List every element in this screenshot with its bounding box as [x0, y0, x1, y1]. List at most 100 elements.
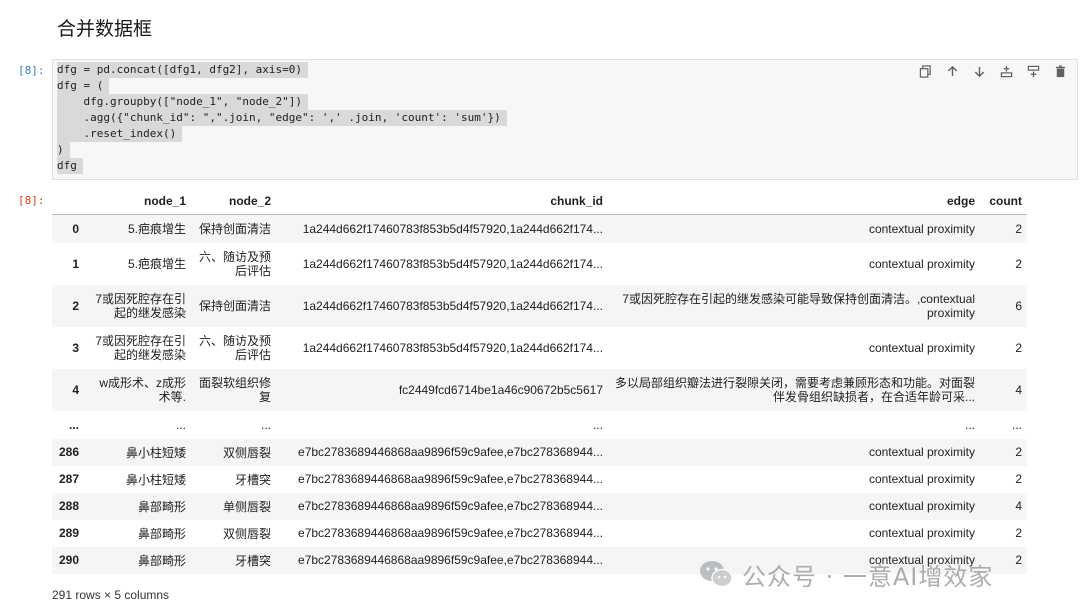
column-header-node-2: node_2 [191, 188, 276, 215]
table-row: ... ... ... ... ... ... [52, 410, 1027, 439]
cell-node-1: 鼻小柱短矮 [125, 445, 186, 460]
cell-edge: contextual proximity [868, 340, 975, 355]
table-row: 289 鼻部畸形 双侧唇裂 e7bc2783689446868aa9896f59… [52, 519, 1027, 547]
row-index: 286 [58, 445, 79, 459]
insert-above-icon[interactable] [997, 62, 1015, 80]
cell-edge: contextual proximity [868, 221, 975, 236]
cell-node-1: 7或因死腔存在引起的继发感染 [95, 291, 186, 320]
cell-count: 4 [1015, 382, 1022, 397]
wechat-icon [700, 561, 733, 588]
section-heading: 合并数据框 [57, 18, 153, 40]
cell-node-2: 牙槽突 [234, 472, 271, 487]
output-prompt: [8]: [18, 194, 45, 207]
cell-edge: 多以局部组织瓣法进行裂隙关闭，需要考虑兼顾形态和功能。对面裂伴发骨组织缺损者，在… [614, 375, 975, 404]
table-row: 0 5.疤痕增生 保持创面清洁 1a244d662f17460783f853b5… [52, 214, 1027, 243]
column-header-index [52, 188, 84, 215]
cell-chunk-id: e7bc2783689446868aa9896f59c9afee,e7bc278… [298, 526, 603, 540]
cell-chunk-id: e7bc2783689446868aa9896f59c9afee,e7bc278… [298, 472, 603, 486]
column-header-edge: edge [608, 188, 980, 215]
move-up-icon[interactable] [943, 62, 961, 80]
cell-count: 2 [1015, 256, 1022, 271]
row-index: 0 [72, 221, 79, 236]
cell-chunk-id: e7bc2783689446868aa9896f59c9afee,e7bc278… [298, 553, 603, 567]
cell-node-1: 鼻部畸形 [137, 499, 186, 514]
cell-node-1: 7或因死腔存在引起的继发感染 [95, 333, 186, 362]
dataframe-table: node_1 node_2 chunk_id edge count 0 5.疤痕… [52, 188, 1027, 574]
row-index: 288 [58, 499, 79, 513]
cell-edge: contextual proximity [868, 472, 975, 486]
table-header-row: node_1 node_2 chunk_id edge count [52, 188, 1027, 215]
code-cell[interactable]: dfg = pd.concat([dfg1, dfg2], axis=0) df… [52, 59, 1078, 180]
row-index: 290 [58, 553, 79, 567]
row-index: 4 [72, 382, 79, 397]
row-index: 289 [58, 526, 79, 540]
code-line[interactable]: ) [57, 142, 70, 158]
watermark-text: 公众号 · 一意AI增效家 [742, 562, 994, 591]
cell-chunk-id: 1a244d662f17460783f853b5d4f57920,1a244d6… [302, 221, 603, 236]
row-index: 287 [58, 472, 79, 486]
column-header-chunk-id: chunk_id [276, 188, 608, 215]
cell-chunk-id: ... [592, 417, 603, 432]
table-row: 4 w成形术、z成形术等. 面裂软组织修复 fc2449fcd6714be1a4… [52, 368, 1027, 411]
cell-node-2: 牙槽突 [234, 553, 271, 568]
cell-node-2: 保持创面清洁 [198, 221, 271, 236]
cell-node-2: 双侧唇裂 [222, 526, 271, 541]
cell-node-1: ... [175, 417, 186, 432]
table-row: 286 鼻小柱短矮 双侧唇裂 e7bc2783689446868aa9896f5… [52, 438, 1027, 466]
cell-node-2: 双侧唇裂 [222, 445, 271, 460]
cell-node-1: 鼻部畸形 [137, 526, 186, 541]
cell-node-2: 单侧唇裂 [222, 499, 271, 514]
cell-edge: ... [964, 417, 975, 432]
table-row: 3 7或因死腔存在引起的继发感染 六、随访及预后评估 1a244d662f174… [52, 326, 1027, 369]
cell-edge: contextual proximity [868, 445, 975, 459]
cell-node-1: 鼻小柱短矮 [125, 472, 186, 487]
cell-toolbar [916, 62, 1069, 80]
cell-node-1: 鼻部畸形 [137, 553, 186, 568]
cell-node-2: ... [260, 417, 271, 432]
code-line[interactable]: dfg [57, 158, 83, 174]
cell-edge: 7或因死腔存在引起的继发感染可能导致保持创面清洁。,contextual pro… [622, 291, 975, 320]
code-line[interactable]: dfg.groupby(["node_1", "node_2"]) [57, 94, 309, 110]
table-shape-footer: 291 rows × 5 columns [52, 588, 170, 602]
row-index: 3 [72, 340, 79, 355]
copy-icon[interactable] [916, 62, 934, 80]
cell-count: 2 [1015, 526, 1022, 540]
cell-edge: contextual proximity [868, 526, 975, 540]
cell-count: 4 [1015, 499, 1022, 513]
code-line[interactable]: dfg = ( [57, 78, 110, 94]
cell-chunk-id: 1a244d662f17460783f853b5d4f57920,1a244d6… [302, 340, 603, 355]
cell-node-2: 保持创面清洁 [198, 298, 271, 313]
cell-chunk-id: 1a244d662f17460783f853b5d4f57920,1a244d6… [302, 256, 603, 271]
cell-count: 2 [1015, 221, 1022, 236]
code-line[interactable]: .reset_index() [57, 126, 183, 142]
cell-node-1: 5.疤痕增生 [127, 256, 186, 271]
cell-node-1: w成形术、z成形术等. [99, 375, 186, 404]
cell-edge: contextual proximity [868, 256, 975, 271]
column-header-node-1: node_1 [84, 188, 191, 215]
move-down-icon[interactable] [970, 62, 988, 80]
insert-below-icon[interactable] [1024, 62, 1042, 80]
cell-count: 2 [1015, 340, 1022, 355]
table-row: 2 7或因死腔存在引起的继发感染 保持创面清洁 1a244d662f174607… [52, 284, 1027, 327]
row-index: 2 [72, 298, 79, 313]
code-line[interactable]: dfg = pd.concat([dfg1, dfg2], axis=0) [57, 62, 309, 78]
delete-icon[interactable] [1051, 62, 1069, 80]
watermark: 公众号 · 一意AI增效家 [698, 554, 993, 594]
row-index: ... [68, 417, 79, 432]
table-row: 287 鼻小柱短矮 牙槽突 e7bc2783689446868aa9896f59… [52, 465, 1027, 493]
cell-chunk-id: e7bc2783689446868aa9896f59c9afee,e7bc278… [298, 499, 603, 513]
table-row: 1 5.疤痕增生 六、随访及预后评估 1a244d662f17460783f85… [52, 242, 1027, 285]
cell-chunk-id: 1a244d662f17460783f853b5d4f57920,1a244d6… [302, 298, 603, 313]
code-line[interactable]: .agg({"chunk_id": ",".join, "edge": ',' … [57, 110, 507, 126]
cell-count: 6 [1015, 298, 1022, 313]
cell-node-2: 六、随访及预后评估 [198, 333, 271, 362]
row-index: 1 [72, 256, 79, 271]
cell-edge: contextual proximity [868, 499, 975, 513]
table-row: 288 鼻部畸形 单侧唇裂 e7bc2783689446868aa9896f59… [52, 492, 1027, 520]
cell-chunk-id: fc2449fcd6714be1a46c90672b5c5617 [398, 382, 603, 397]
cell-count: 2 [1015, 472, 1022, 486]
cell-count: 2 [1015, 445, 1022, 459]
cell-chunk-id: e7bc2783689446868aa9896f59c9afee,e7bc278… [298, 445, 603, 459]
input-prompt: [8]: [18, 64, 45, 77]
column-header-count: count [980, 188, 1027, 215]
